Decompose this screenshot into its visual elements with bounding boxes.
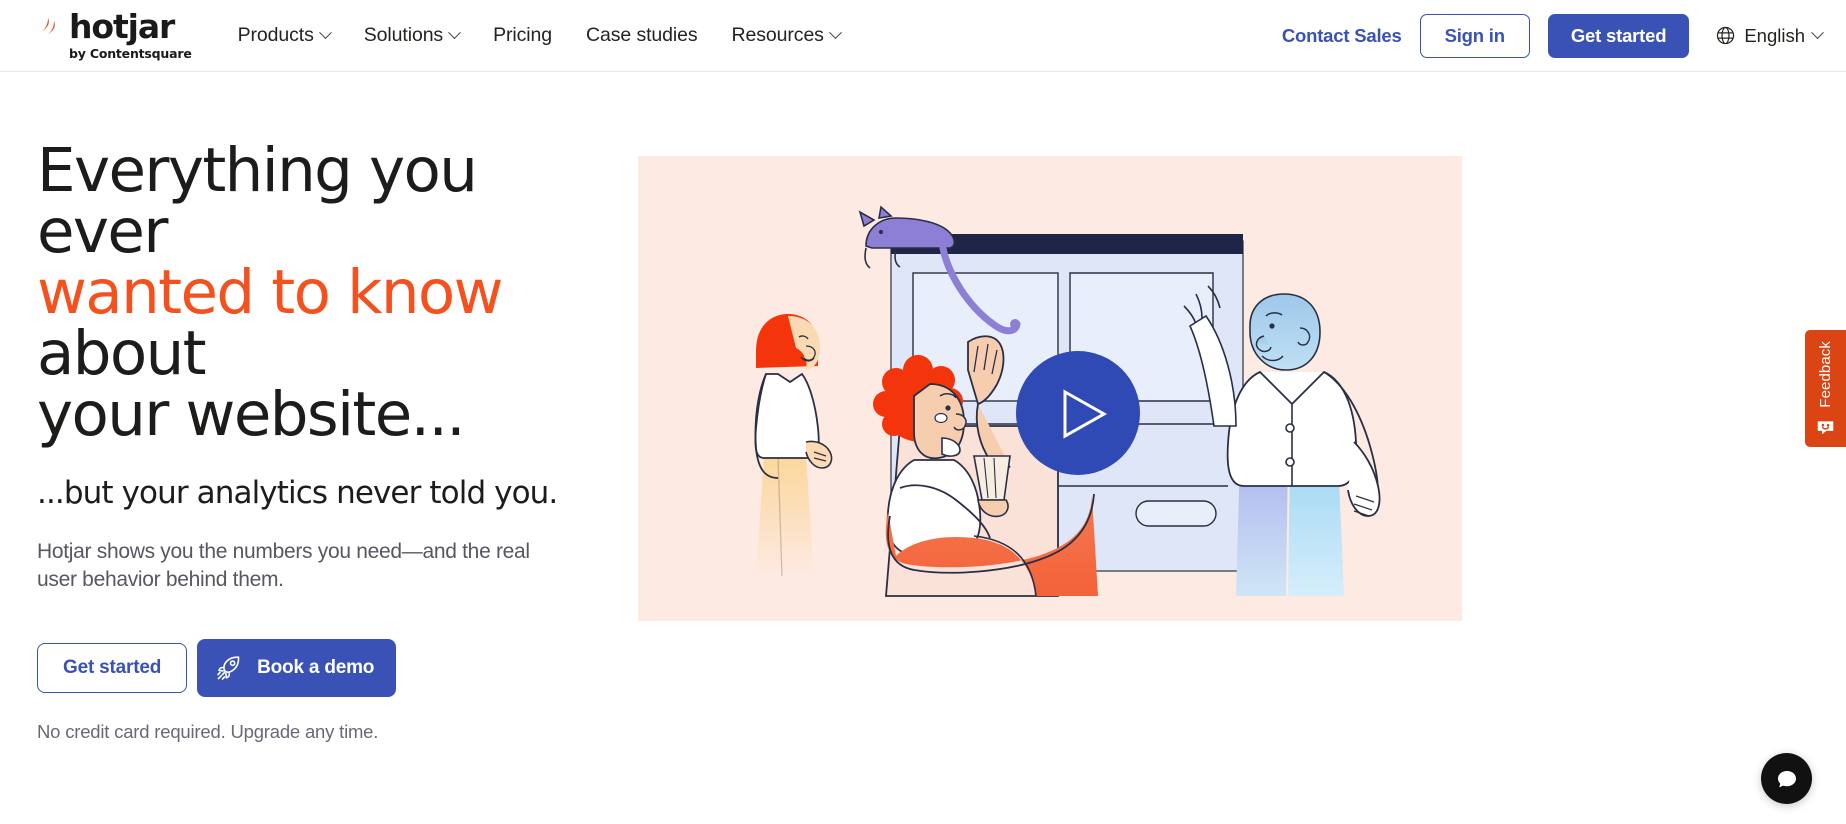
chevron-down-icon xyxy=(828,26,842,40)
hero-cta-row: Get started Book a demo xyxy=(37,638,620,697)
chat-widget-button[interactable] xyxy=(1761,753,1812,804)
illustration-person-left xyxy=(754,314,833,577)
logo-wordmark: hotjar xyxy=(69,7,175,46)
hero-body-copy: Hotjar shows you the numbers you need—an… xyxy=(37,540,530,591)
hero-section: Everything you ever wanted to know about… xyxy=(0,72,1846,743)
headline-line-3: your website... xyxy=(37,379,466,450)
chevron-down-icon xyxy=(448,26,461,40)
nav-item-solutions[interactable]: Solutions xyxy=(363,24,461,47)
feedback-tab-label: Feedback xyxy=(1817,341,1834,408)
nav-item-products[interactable]: Products xyxy=(237,24,332,47)
hero-subheadline: ...but your analytics never told you. xyxy=(37,475,558,511)
get-started-button[interactable]: Get started xyxy=(37,642,188,693)
site-header: hotjar by Contentsquare Products Solutio… xyxy=(0,0,1846,72)
rocket-icon xyxy=(214,653,244,683)
nav-item-case-studies[interactable]: Case studies xyxy=(586,24,698,47)
book-a-demo-label: Book a demo xyxy=(257,656,375,678)
logo-row: hotjar xyxy=(36,10,192,43)
chevron-down-icon xyxy=(318,26,332,40)
language-selector[interactable]: English xyxy=(1715,24,1824,47)
hero-fineprint: No credit card required. Upgrade any tim… xyxy=(37,720,379,742)
hero-illustration[interactable] xyxy=(638,156,1462,621)
contact-sales-link[interactable]: Contact Sales xyxy=(1282,25,1402,47)
chat-bubble-icon xyxy=(1774,766,1800,792)
chevron-down-icon xyxy=(1811,26,1824,40)
smiley-face-icon xyxy=(1816,417,1835,436)
nav-item-label: Products xyxy=(237,24,314,46)
hero-copy: Everything you ever wanted to know about… xyxy=(0,140,620,743)
hotjar-flame-icon xyxy=(36,14,62,40)
nav-item-label: Resources xyxy=(731,24,824,46)
header-actions: Contact Sales Sign in Get started Englis… xyxy=(1282,13,1824,58)
nav-item-label: Case studies xyxy=(586,24,698,46)
feedback-tab[interactable]: Feedback xyxy=(1805,330,1846,447)
logo[interactable]: hotjar by Contentsquare xyxy=(36,10,192,61)
language-label: English xyxy=(1744,24,1805,46)
nav-item-label: Solutions xyxy=(363,24,444,46)
logo-byline: by Contentsquare xyxy=(69,46,192,61)
nav-item-resources[interactable]: Resources xyxy=(731,24,842,47)
book-a-demo-button[interactable]: Book a demo xyxy=(197,638,397,697)
nav-item-pricing[interactable]: Pricing xyxy=(493,24,552,47)
main-navigation: Products Solutions Pricing Case studies … xyxy=(237,24,842,47)
globe-icon xyxy=(1715,25,1736,46)
headline-line-1: Everything you ever xyxy=(37,135,478,267)
hero-illustration-svg xyxy=(754,205,1381,597)
sign-in-button[interactable]: Sign in xyxy=(1419,13,1530,58)
page-title: Everything you ever wanted to know about… xyxy=(37,140,597,445)
get-started-button-header[interactable]: Get started xyxy=(1547,13,1690,58)
play-button[interactable] xyxy=(1016,351,1140,475)
nav-item-label: Pricing xyxy=(493,24,552,46)
